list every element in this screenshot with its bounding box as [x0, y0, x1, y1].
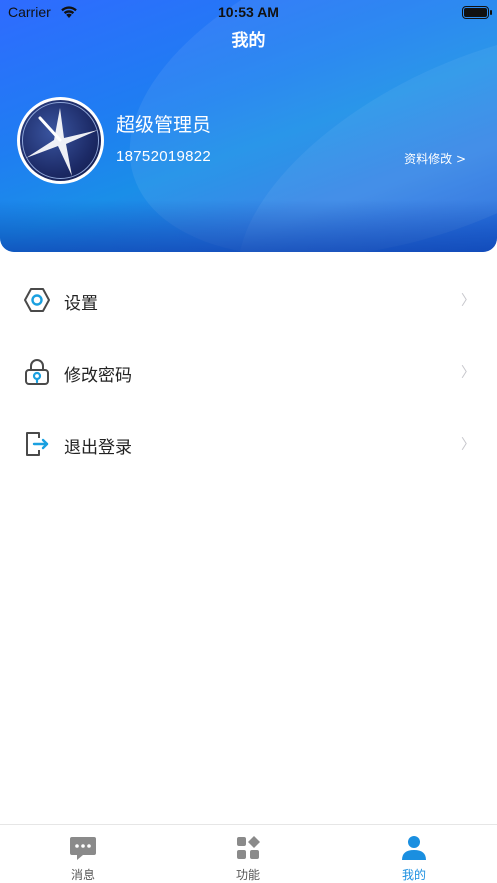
- menu-item-logout[interactable]: 退出登录 〉: [0, 408, 497, 480]
- tab-functions[interactable]: 功能: [165, 825, 331, 883]
- settings-icon: [23, 286, 51, 314]
- battery-icon: [462, 6, 492, 19]
- user-icon: [400, 834, 428, 862]
- menu-item-label: 设置: [64, 294, 98, 314]
- tab-bar: 消息 功能 我的: [0, 824, 497, 883]
- tab-label: 功能: [235, 868, 260, 882]
- tab-messages[interactable]: 消息: [0, 825, 166, 883]
- header-shade: [0, 200, 497, 252]
- chevron-right-icon: 〉: [461, 437, 475, 453]
- lock-icon: [23, 358, 51, 386]
- menu-item-label: 退出登录: [64, 438, 132, 458]
- chevron-right-icon: 〉: [461, 293, 475, 309]
- edit-profile-link[interactable]: 资料修改 >: [404, 150, 466, 167]
- menu-item-change-password[interactable]: 修改密码 〉: [0, 336, 497, 408]
- menu-item-label: 修改密码: [64, 366, 132, 386]
- clock: 10:53 AM: [218, 4, 279, 20]
- message-icon: [69, 834, 97, 862]
- logo-icon: [20, 100, 101, 181]
- status-bar: Carrier 10:53 AM: [0, 0, 497, 24]
- apps-icon: [234, 834, 262, 862]
- username: 超级管理员: [116, 114, 212, 136]
- settings-menu: 设置 〉 修改密码 〉 退出登录 〉: [0, 264, 497, 480]
- tab-mine[interactable]: 我的: [331, 825, 497, 883]
- chevron-right-icon: 〉: [461, 365, 475, 381]
- avatar[interactable]: [17, 97, 104, 184]
- logout-icon: [23, 430, 51, 458]
- profile-header: Carrier 10:53 AM 我的 超级管理员 18752019822 资料…: [0, 0, 497, 252]
- tab-label: 我的: [401, 868, 426, 882]
- phone-number: 18752019822: [116, 148, 212, 165]
- page-title: 我的: [231, 31, 266, 51]
- tab-label: 消息: [70, 868, 95, 882]
- menu-item-settings[interactable]: 设置 〉: [0, 264, 497, 336]
